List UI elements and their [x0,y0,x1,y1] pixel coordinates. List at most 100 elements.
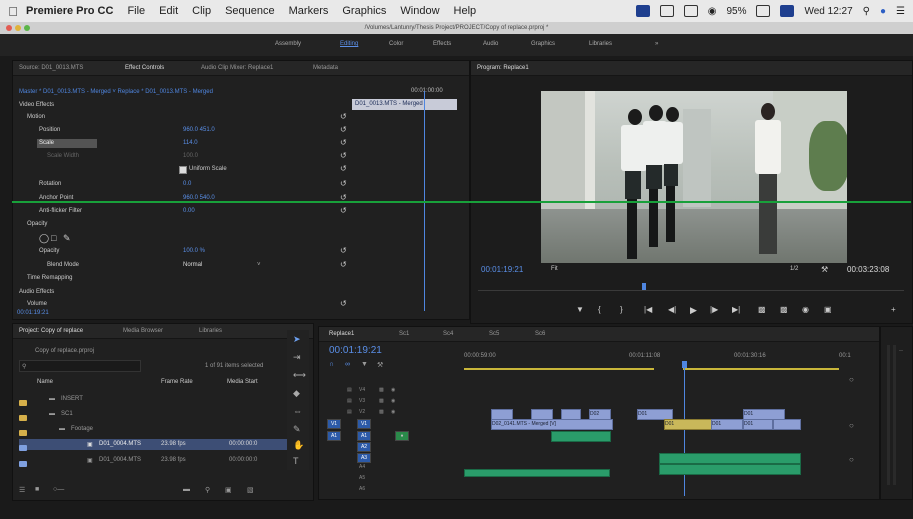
program-timecode[interactable]: 00:01:19:21 [481,265,523,274]
track-v3[interactable]: V3 [359,398,365,404]
workspace-assembly[interactable]: Assembly [275,41,301,47]
audio-clip[interactable] [551,431,611,442]
step-forward-icon[interactable]: |▶ [710,305,718,314]
project-item-selected[interactable]: ▣ D01_0004.MTS 23.98 fps 00:00:00:0 [19,439,309,451]
work-area-bar[interactable] [464,368,654,370]
sync-lock-icon[interactable]: ▩ [379,409,384,415]
tab-media-browser[interactable]: Media Browser [123,328,163,334]
wrench-icon[interactable]: ⚒ [821,265,828,274]
timeline-clip[interactable]: D01 [743,419,773,430]
reset-rotation-icon[interactable]: ↺ [340,179,347,188]
battery-icon[interactable] [756,5,771,17]
volume-effect[interactable]: Volume [27,301,47,307]
lock-track-icon[interactable]: ▤ [347,398,352,404]
track-a1[interactable]: A1 [357,431,371,441]
reset-blend-icon[interactable]: ↺ [340,260,347,269]
track-a4[interactable]: A4 [359,464,365,470]
input-source-icon[interactable] [780,5,795,17]
add-marker-timeline-icon[interactable]: ▼ [361,361,368,368]
snap-icon[interactable]: ∩ [329,361,334,368]
menu-help[interactable]: Help [454,5,477,17]
timeline-clip[interactable]: D01 [711,419,743,430]
icon-view-icon[interactable]: ■ [35,486,39,493]
tab-sequence-replace1[interactable]: Replace1 [329,331,354,337]
audio-clip[interactable] [659,464,801,475]
reset-anti-flicker-icon[interactable]: ↺ [340,206,347,215]
blend-mode-select[interactable]: Normal [183,262,202,268]
program-fit-select[interactable]: Fit [551,266,558,272]
track-v2[interactable]: V2 [359,409,365,415]
menu-app-name[interactable]: Premiere Pro CC [26,5,113,17]
time-remapping[interactable]: Time Remapping [27,275,72,281]
program-scrub-bar[interactable] [478,290,904,291]
workspace-color[interactable]: Color [389,41,403,47]
close-window-button[interactable] [6,25,12,31]
timeline-scroll-icon[interactable]: ○ [849,375,854,384]
column-name[interactable]: Name [37,379,53,385]
button-editor-icon[interactable]: ▣ [824,305,832,314]
track-a6[interactable]: A6 [359,486,365,492]
project-item[interactable]: ▬ INSERT [19,394,309,406]
spotlight-icon[interactable]: ⚲ [863,6,870,17]
program-title[interactable]: Program: Replace1 [477,65,529,71]
toggle-output-icon[interactable]: ◉ [391,409,395,415]
opacity-value[interactable]: 100.0 % [183,248,205,254]
battery-percent[interactable]: 95% [726,6,746,17]
selection-tool-icon[interactable]: ➤ [293,334,301,345]
creative-cloud-icon[interactable] [635,5,650,17]
go-to-in-icon[interactable]: |◀ [644,305,652,314]
new-bin-icon[interactable]: ▬ [183,486,190,493]
mark-in-icon[interactable]: { [598,305,601,314]
menu-edit[interactable]: Edit [159,5,178,17]
rotation-value[interactable]: 0.0 [183,181,191,187]
tab-sequence-sc1[interactable]: Sc1 [399,331,409,337]
sync-lock-icon[interactable]: ▩ [379,387,384,393]
menu-window[interactable]: Window [400,5,439,17]
mask-pen-icon[interactable]: ✎ [63,233,71,244]
tab-libraries[interactable]: Libraries [199,328,222,334]
timeline-settings-icon[interactable]: ⚒ [377,361,383,369]
new-item-icon[interactable]: ▣ [225,486,232,494]
tab-sequence-sc4[interactable]: Sc4 [443,331,453,337]
export-frame-icon[interactable]: ◉ [802,305,809,314]
reset-scale-icon[interactable]: ↺ [340,138,347,147]
go-to-out-icon[interactable]: ▶| [732,305,740,314]
scale-value[interactable]: 114.0 [183,140,198,146]
list-view-icon[interactable]: ☰ [19,486,25,494]
timeline-playhead-handle[interactable] [682,361,687,368]
workspace-editing[interactable]: Editing [340,41,358,47]
track-select-tool-icon[interactable]: ⇥ [293,352,301,363]
uniform-scale-checkbox[interactable] [179,166,187,174]
reset-opacity-icon[interactable]: ↺ [340,246,347,255]
dropbox-icon[interactable] [683,5,698,17]
opacity-effect[interactable]: Opacity [27,221,47,227]
hand-tool-icon[interactable]: ✋ [293,440,304,451]
track-a5[interactable]: A5 [359,475,365,481]
timeline-scroll-icon[interactable]: ○ [849,421,854,430]
reset-volume-icon[interactable]: ↺ [340,299,347,308]
source-patch-v1[interactable]: V1 [327,419,341,429]
anti-flicker-value[interactable]: 0.00 [183,208,195,214]
trash-icon[interactable]: ▧ [247,486,254,494]
reset-uniform-icon[interactable]: ↺ [340,164,347,173]
ripple-edit-tool-icon[interactable]: ⟷ [293,370,306,381]
menu-sequence[interactable]: Sequence [225,5,275,17]
linked-selection-icon[interactable]: ∞ [345,361,350,368]
motion-effect[interactable]: Motion [27,114,45,120]
menu-graphics[interactable]: Graphics [342,5,386,17]
reset-position-icon[interactable]: ↺ [340,125,347,134]
reset-motion-icon[interactable]: ↺ [340,112,347,121]
workspace-libraries[interactable]: Libraries [589,41,612,47]
toggle-output-icon[interactable]: ◉ [391,387,395,393]
program-playhead[interactable] [642,283,646,290]
siri-icon[interactable]: ● [880,6,886,17]
timeline-timecode[interactable]: 00:01:19:21 [329,345,382,356]
timeline-clip[interactable] [773,419,801,430]
timeline-clip-v1[interactable]: D02_0141.MTS - Merged [V] [491,419,613,430]
apple-icon[interactable]:  [0,4,26,19]
timeline-playhead[interactable] [684,368,685,496]
tab-effect-controls[interactable]: Effect Controls [125,65,164,71]
timeline-scroll-icon[interactable]: ○ [849,455,854,464]
project-item[interactable]: ▣ D01_0004.MTS 23.98 fps 00:00:00:0 [19,455,309,467]
razor-tool-icon[interactable]: ◆ [293,388,300,399]
